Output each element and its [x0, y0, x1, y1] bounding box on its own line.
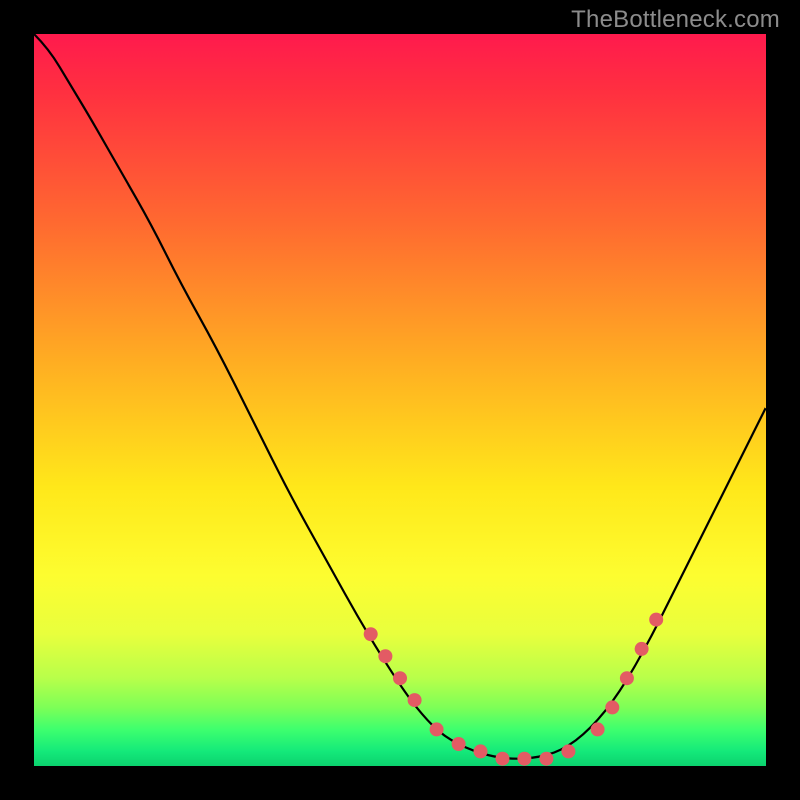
marker-dot [649, 613, 663, 627]
marker-dot [393, 671, 407, 685]
marker-dot [517, 752, 531, 766]
marker-dot [430, 722, 444, 736]
marker-dot [620, 671, 634, 685]
marker-dot [378, 649, 392, 663]
watermark-text: TheBottleneck.com [571, 6, 780, 34]
curve-svg [34, 34, 766, 766]
marker-dot [561, 744, 575, 758]
marker-dot [496, 752, 510, 766]
marker-dot [605, 700, 619, 714]
marker-dot [408, 693, 422, 707]
marker-dot [591, 722, 605, 736]
marker-dot [635, 642, 649, 656]
chart-frame: TheBottleneck.com [0, 0, 800, 800]
marker-dot [474, 744, 488, 758]
marker-dot [539, 752, 553, 766]
bottleneck-curve [34, 34, 766, 759]
marker-dot [364, 627, 378, 641]
marker-dots-group [364, 613, 664, 766]
marker-dot [452, 737, 466, 751]
plot-area [34, 34, 766, 766]
